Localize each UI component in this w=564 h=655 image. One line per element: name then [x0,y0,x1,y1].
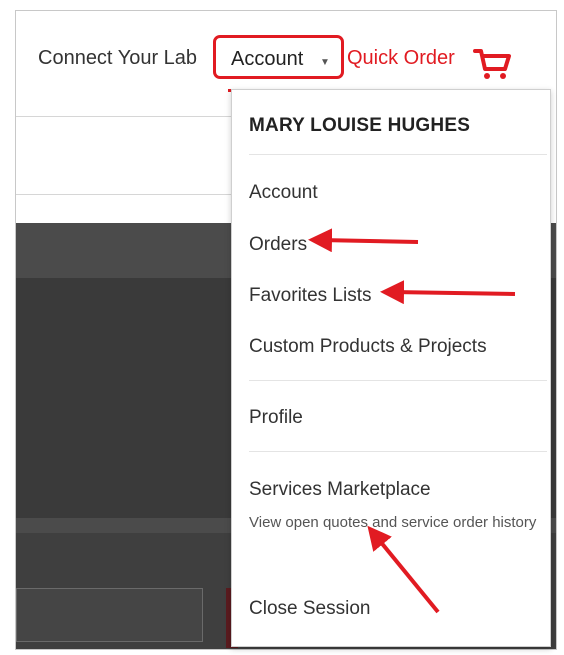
menu-divider [249,380,547,381]
shopping-cart-icon[interactable] [473,47,513,81]
services-marketplace-description[interactable]: View open quotes and service order histo… [249,508,539,538]
connect-your-lab-link[interactable]: Connect Your Lab [38,47,197,70]
search-input[interactable] [16,588,203,642]
menu-divider [249,154,547,155]
menu-divider [249,451,547,452]
account-user-name: MARY LOUISE HUGHES [249,115,471,136]
menu-item-custom-products[interactable]: Custom Products & Projects [249,336,487,358]
menu-item-services-marketplace[interactable]: Services Marketplace [249,479,431,501]
quick-order-link[interactable]: Quick Order [347,47,455,70]
account-dropdown-menu: MARY LOUISE HUGHES Account Orders Favori… [231,89,551,647]
menu-item-orders[interactable]: Orders [249,234,307,256]
account-menu-button[interactable]: Account ▼ [213,35,344,79]
menu-item-profile[interactable]: Profile [249,407,303,429]
subheader-divider [16,194,236,195]
header-divider [16,116,236,117]
menu-item-account[interactable]: Account [249,182,318,204]
menu-item-favorites-lists[interactable]: Favorites Lists [249,285,371,307]
caret-down-icon: ▼ [320,57,330,68]
menu-item-close-session[interactable]: Close Session [249,598,370,620]
account-menu-label: Account [231,48,304,70]
